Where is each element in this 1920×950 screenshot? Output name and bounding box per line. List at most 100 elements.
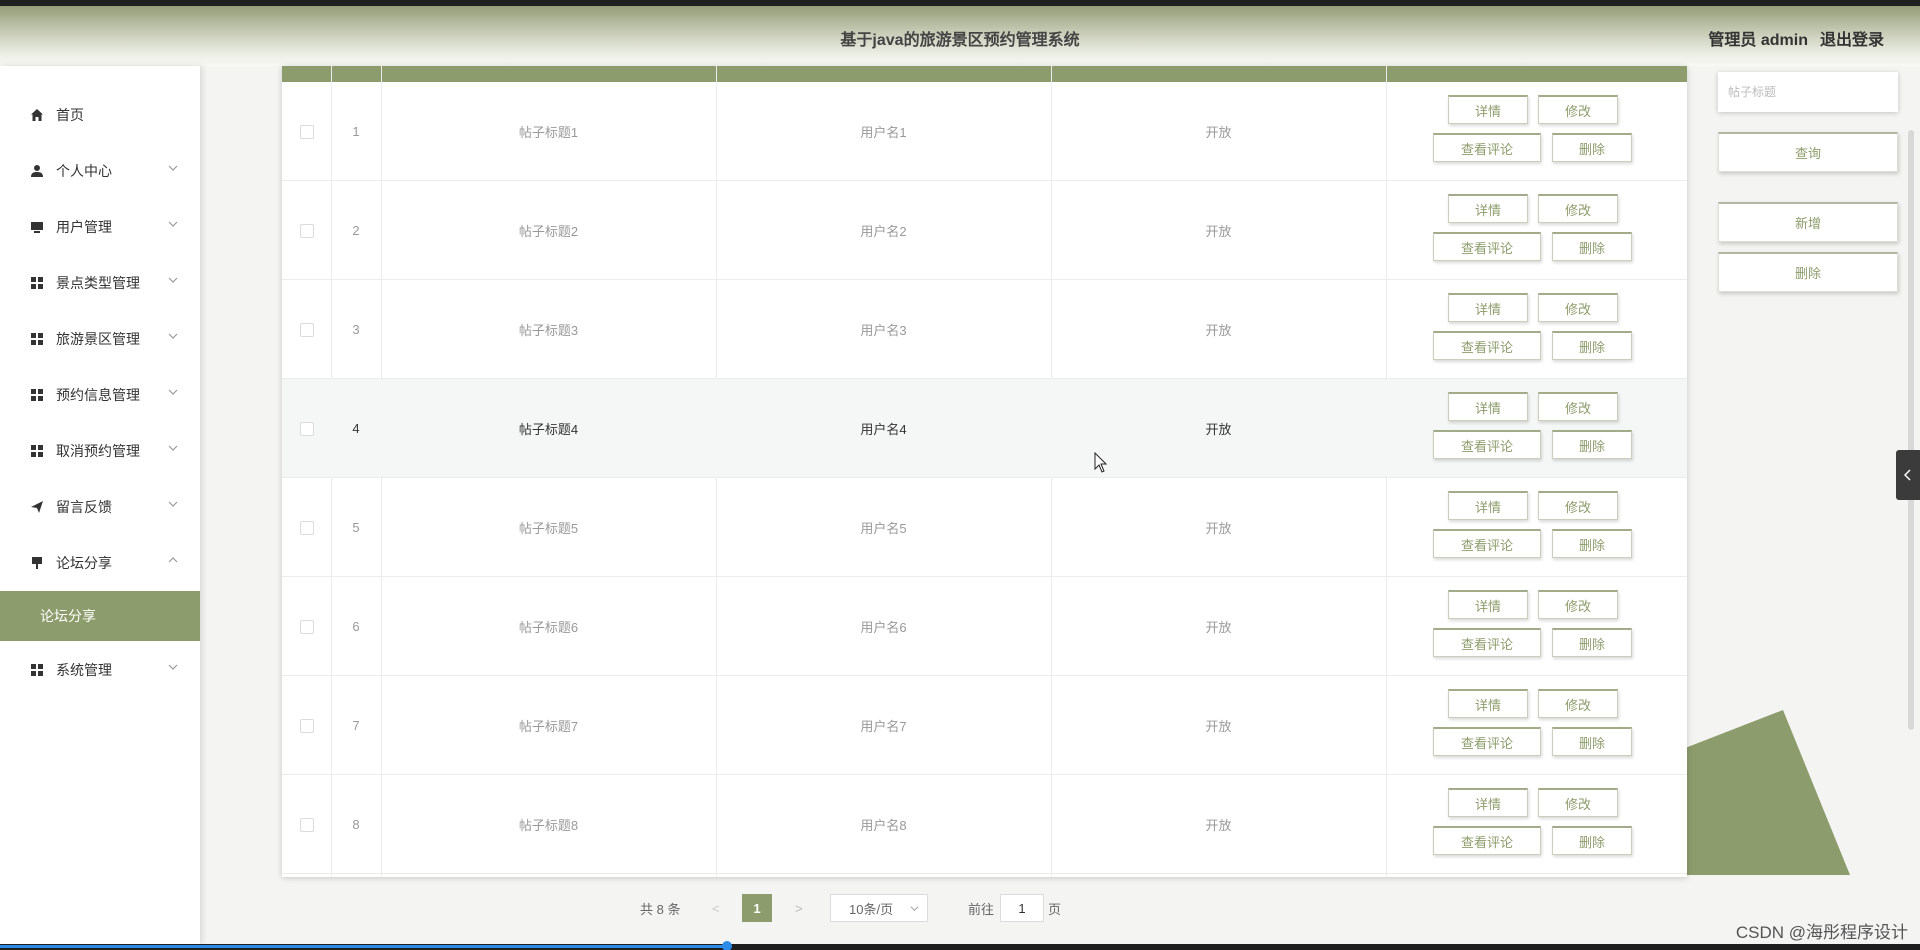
sidebar-item-label: 论坛分享 bbox=[56, 555, 112, 571]
detail-button[interactable]: 详情 bbox=[1448, 293, 1528, 322]
view-comments-button[interactable]: 查看评论 bbox=[1433, 331, 1541, 360]
total-count: 共 8 条 bbox=[640, 901, 681, 917]
edit-button[interactable]: 修改 bbox=[1538, 491, 1618, 520]
sidebar-item-profile[interactable]: 个人中心 bbox=[0, 151, 200, 191]
row-index: 1 bbox=[352, 124, 360, 139]
row-checkbox-cell bbox=[282, 280, 331, 379]
pagination: 共 8 条 < 1 > 10条/页 前往 页 bbox=[0, 894, 1920, 926]
post-title-cell: 帖子标题6 bbox=[518, 620, 579, 635]
row-checkbox[interactable] bbox=[299, 223, 314, 238]
view-comments-button[interactable]: 查看评论 bbox=[1433, 430, 1541, 459]
row-index: 8 bbox=[352, 817, 360, 832]
prev-page-button[interactable]: < bbox=[712, 894, 720, 922]
delete-button[interactable]: 删除 bbox=[1552, 331, 1632, 360]
row-checkbox[interactable] bbox=[299, 619, 314, 634]
grid-icon bbox=[30, 663, 44, 677]
batch-delete-button[interactable]: 删除 bbox=[1718, 252, 1898, 292]
edit-button[interactable]: 修改 bbox=[1538, 590, 1618, 619]
detail-button[interactable]: 详情 bbox=[1448, 590, 1528, 619]
detail-button[interactable]: 详情 bbox=[1448, 392, 1528, 421]
row-checkbox-cell bbox=[282, 478, 331, 577]
sidebar-item-forum-group[interactable]: 论坛分享 bbox=[0, 543, 200, 583]
sidebar-item-reservations[interactable]: 预约信息管理 bbox=[0, 375, 200, 415]
row-checkbox[interactable] bbox=[299, 322, 314, 337]
detail-button[interactable]: 详情 bbox=[1448, 194, 1528, 223]
sidebar-item-scenic-areas[interactable]: 旅游景区管理 bbox=[0, 319, 200, 359]
view-comments-button[interactable]: 查看评论 bbox=[1433, 133, 1541, 162]
chevron-down-icon bbox=[168, 277, 178, 283]
edit-button[interactable]: 修改 bbox=[1538, 95, 1618, 124]
delete-button[interactable]: 删除 bbox=[1552, 133, 1632, 162]
query-button[interactable]: 查询 bbox=[1718, 132, 1898, 172]
mouse-cursor-icon bbox=[1094, 452, 1108, 473]
decorative-shape bbox=[1680, 710, 1850, 875]
sidebar-item-forum-share[interactable]: 论坛分享 bbox=[0, 591, 200, 641]
edit-button[interactable]: 修改 bbox=[1538, 194, 1618, 223]
page-suffix-label: 页 bbox=[1048, 901, 1062, 917]
delete-button[interactable]: 删除 bbox=[1552, 628, 1632, 657]
status-cell: 开放 bbox=[1205, 224, 1232, 239]
sidebar-item-attraction-types[interactable]: 景点类型管理 bbox=[0, 263, 200, 303]
username-cell: 用户名1 bbox=[860, 125, 907, 140]
sidebar-item-label: 景点类型管理 bbox=[56, 275, 140, 291]
goto-label: 前往 bbox=[968, 901, 995, 917]
view-comments-button[interactable]: 查看评论 bbox=[1433, 628, 1541, 657]
view-comments-button[interactable]: 查看评论 bbox=[1433, 727, 1541, 756]
sidebar-item-label: 留言反馈 bbox=[56, 499, 112, 515]
post-title-cell: 帖子标题8 bbox=[518, 818, 579, 833]
row-checkbox-cell bbox=[282, 775, 331, 874]
grid-icon bbox=[30, 444, 44, 458]
post-title-search-input[interactable] bbox=[1718, 72, 1898, 112]
delete-button[interactable]: 删除 bbox=[1552, 430, 1632, 459]
row-checkbox[interactable] bbox=[299, 421, 314, 436]
row-checkbox[interactable] bbox=[299, 520, 314, 535]
page-size-value: 10条/页 bbox=[849, 901, 894, 917]
username-cell: 用户名3 bbox=[860, 323, 907, 338]
row-checkbox[interactable] bbox=[299, 817, 314, 832]
delete-button[interactable]: 删除 bbox=[1552, 232, 1632, 261]
scrollbar-thumb[interactable] bbox=[1908, 130, 1914, 730]
detail-button[interactable]: 详情 bbox=[1448, 689, 1528, 718]
sidebar-item-label: 取消预约管理 bbox=[56, 443, 140, 459]
view-comments-button[interactable]: 查看评论 bbox=[1433, 232, 1541, 261]
next-page-button[interactable]: > bbox=[795, 894, 803, 922]
username-cell: 用户名5 bbox=[860, 521, 907, 536]
page-size-select[interactable]: 10条/页 bbox=[830, 894, 928, 922]
logout-link[interactable]: 退出登录 bbox=[1820, 26, 1884, 50]
chevron-down-icon bbox=[168, 333, 178, 339]
edit-button[interactable]: 修改 bbox=[1538, 392, 1618, 421]
detail-button[interactable]: 详情 bbox=[1448, 491, 1528, 520]
panel-collapse-tab[interactable] bbox=[1896, 450, 1920, 500]
sidebar-item-cancellations[interactable]: 取消预约管理 bbox=[0, 431, 200, 471]
view-comments-button[interactable]: 查看评论 bbox=[1433, 529, 1541, 558]
admin-username: 管理员 admin bbox=[1708, 32, 1808, 49]
sidebar-item-system[interactable]: 系统管理 bbox=[0, 650, 200, 690]
sidebar-item-feedback[interactable]: 留言反馈 bbox=[0, 487, 200, 527]
edit-button[interactable]: 修改 bbox=[1538, 293, 1618, 322]
system-title: 基于java的旅游景区预约管理系统 bbox=[840, 32, 1080, 49]
grid-icon bbox=[30, 276, 44, 290]
detail-button[interactable]: 详情 bbox=[1448, 95, 1528, 124]
chevron-down-icon bbox=[910, 906, 919, 912]
row-checkbox-cell bbox=[282, 577, 331, 676]
view-comments-button[interactable]: 查看评论 bbox=[1433, 826, 1541, 855]
row-checkbox[interactable] bbox=[299, 124, 314, 139]
sidebar-item-home[interactable]: 首页 bbox=[0, 95, 200, 135]
row-checkbox[interactable] bbox=[299, 718, 314, 733]
sidebar: 首页 个人中心 用户管理 景点类型管理 旅游景区管理 预约信息管理 取消预约管理… bbox=[0, 66, 200, 944]
delete-button[interactable]: 删除 bbox=[1552, 826, 1632, 855]
delete-button[interactable]: 删除 bbox=[1552, 529, 1632, 558]
detail-button[interactable]: 详情 bbox=[1448, 788, 1528, 817]
add-button[interactable]: 新增 bbox=[1718, 202, 1898, 242]
goto-page-input[interactable] bbox=[1000, 894, 1044, 922]
status-cell: 开放 bbox=[1205, 719, 1232, 734]
edit-button[interactable]: 修改 bbox=[1538, 788, 1618, 817]
sidebar-item-users[interactable]: 用户管理 bbox=[0, 207, 200, 247]
video-progress-bar bbox=[0, 945, 728, 948]
sidebar-item-label: 首页 bbox=[56, 107, 84, 123]
page-number-1[interactable]: 1 bbox=[742, 894, 772, 922]
table-header-bar bbox=[282, 66, 1687, 82]
edit-button[interactable]: 修改 bbox=[1538, 689, 1618, 718]
delete-button[interactable]: 删除 bbox=[1552, 727, 1632, 756]
chevron-up-icon bbox=[168, 557, 178, 563]
